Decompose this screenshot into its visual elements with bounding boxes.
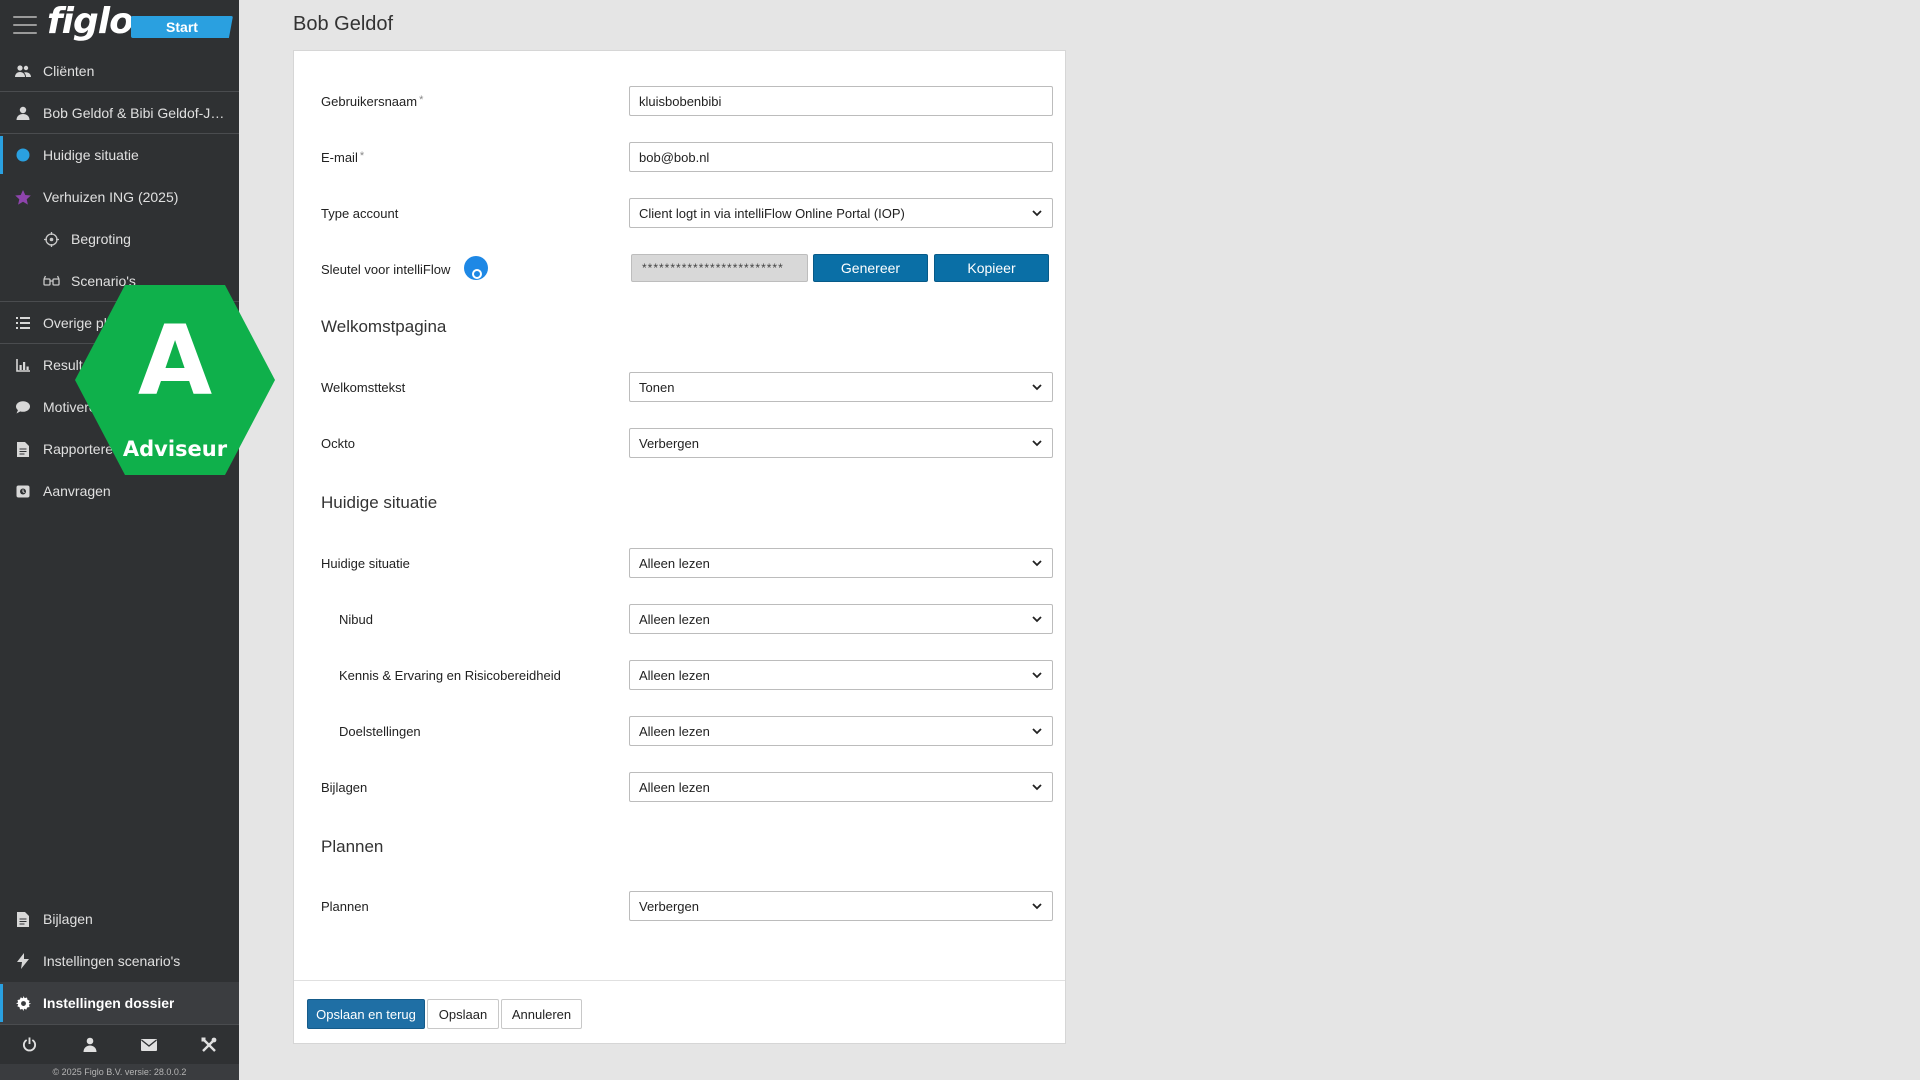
sidebar-item-clienten[interactable]: Cliënten bbox=[0, 50, 239, 92]
attachments-select[interactable]: Alleen lezen bbox=[629, 772, 1053, 802]
star-icon bbox=[14, 188, 32, 206]
tools-icon[interactable] bbox=[197, 1033, 221, 1057]
welcome-text-label: Welkomsttekst bbox=[321, 380, 406, 395]
form-footer: Opslaan en terug Opslaan Annuleren bbox=[294, 980, 1065, 1044]
save-and-back-button[interactable]: Opslaan en terug bbox=[307, 999, 425, 1029]
sidebar-item-label: Bijlagen bbox=[43, 911, 93, 927]
intelliflow-key-field: ************************* bbox=[631, 254, 808, 282]
target-icon bbox=[42, 230, 60, 248]
attachments-label: Bijlagen bbox=[321, 780, 368, 795]
intelliflow-key-label: Sleutel voor intelliFlow bbox=[321, 262, 451, 277]
chart-icon bbox=[14, 356, 32, 374]
sidebar-item-label: Verhuizen ING (2025) bbox=[43, 189, 179, 205]
ockto-select[interactable]: Verbergen bbox=[629, 428, 1053, 458]
sidebar-item-label: Bob Geldof & Bibi Geldof-Jele... bbox=[43, 104, 225, 121]
welcome-text-row: Welkomsttekst Tonen bbox=[294, 372, 1067, 402]
username-row: Gebruikersnaam * bbox=[294, 86, 1067, 116]
username-label: Gebruikersnaam * bbox=[321, 94, 424, 109]
power-icon[interactable] bbox=[18, 1033, 42, 1057]
goals-label: Doelstellingen bbox=[339, 724, 421, 739]
document-icon bbox=[14, 440, 32, 458]
sidebar: figlo Start Cliënten Bob Geldof & Bibi G… bbox=[0, 0, 239, 1080]
knowledge-select[interactable]: Alleen lezen bbox=[629, 660, 1053, 690]
plans-row: Plannen Verbergen bbox=[294, 891, 1067, 921]
start-button[interactable]: Start bbox=[131, 16, 233, 38]
glasses-icon bbox=[42, 272, 60, 290]
section-plannen: Plannen bbox=[321, 837, 384, 856]
sidebar-item-label: Aanvragen bbox=[43, 483, 111, 499]
sidebar-bottom-nav: Bijlagen Instellingen scenario's Instell… bbox=[0, 898, 239, 1024]
ockto-label: Ockto bbox=[321, 436, 355, 451]
section-welkomstpagina: Welkomstpagina bbox=[321, 317, 447, 336]
menu-icon[interactable] bbox=[13, 16, 37, 34]
save-button[interactable]: Opslaan bbox=[427, 999, 499, 1029]
badge-letter: A bbox=[137, 305, 213, 417]
sidebar-item-instellingen-scenarios[interactable]: Instellingen scenario's bbox=[0, 940, 239, 982]
info-icon[interactable] bbox=[464, 256, 488, 280]
gear-icon bbox=[14, 994, 32, 1012]
settings-form-card: Gebruikersnaam* E-mail* Type account Cli… bbox=[293, 50, 1066, 1044]
sidebar-item-bijlagen[interactable]: Bijlagen bbox=[0, 898, 239, 940]
username-input[interactable] bbox=[629, 86, 1053, 116]
ockto-row: Ockto Verbergen bbox=[294, 428, 1067, 458]
knowledge-row: Kennis & Ervaring en Risicobereidheid Al… bbox=[294, 660, 1067, 690]
current-situation-label: Huidige situatie bbox=[321, 556, 410, 571]
speech-bubble-icon bbox=[14, 398, 32, 416]
profile-icon[interactable] bbox=[78, 1033, 102, 1057]
sidebar-header: figlo Start bbox=[0, 0, 239, 50]
send-icon bbox=[14, 482, 32, 500]
sidebar-item-label: Instellingen scenario's bbox=[43, 953, 181, 969]
file-icon bbox=[14, 910, 32, 928]
current-situation-row: Huidige situatie Alleen lezen bbox=[294, 548, 1067, 578]
badge-label: Adviseur bbox=[122, 437, 228, 461]
sidebar-item-verhuizen-ing[interactable]: Verhuizen ING (2025) bbox=[0, 176, 239, 218]
cancel-button[interactable]: Annuleren bbox=[501, 999, 582, 1029]
nibud-label: Nibud bbox=[339, 612, 373, 627]
sidebar-item-label: Cliënten bbox=[43, 62, 95, 79]
section-huidige-situatie: Huidige situatie bbox=[321, 493, 438, 512]
account-type-label: Type account bbox=[321, 206, 399, 221]
sidebar-item-label: Instellingen dossier bbox=[43, 995, 175, 1011]
attachments-row: Bijlagen Alleen lezen bbox=[294, 772, 1067, 802]
goals-row: Doelstellingen Alleen lezen bbox=[294, 716, 1067, 746]
current-situation-select[interactable]: Alleen lezen bbox=[629, 548, 1053, 578]
plans-label: Plannen bbox=[321, 899, 369, 914]
sidebar-item-client-dossier[interactable]: Bob Geldof & Bibi Geldof-Jele... bbox=[0, 92, 239, 134]
email-input[interactable] bbox=[629, 142, 1053, 172]
bolt-icon bbox=[14, 952, 32, 970]
adviseur-badge: A Adviseur bbox=[75, 285, 275, 475]
required-marker: * bbox=[359, 150, 365, 162]
copy-key-button[interactable]: Kopieer bbox=[934, 254, 1049, 282]
sidebar-footer-toolbar bbox=[0, 1024, 239, 1064]
nibud-row: Nibud Alleen lezen bbox=[294, 604, 1067, 634]
figlo-logo[interactable]: figlo bbox=[47, 4, 134, 40]
user-icon bbox=[14, 104, 32, 122]
account-type-row: Type account Client logt in via intelliF… bbox=[294, 198, 1067, 228]
sidebar-item-instellingen-dossier[interactable]: Instellingen dossier bbox=[0, 982, 239, 1024]
email-row: E-mail * bbox=[294, 142, 1067, 172]
goals-select[interactable]: Alleen lezen bbox=[629, 716, 1053, 746]
account-type-select[interactable]: Client logt in via intelliFlow Online Po… bbox=[629, 198, 1053, 228]
circle-icon bbox=[14, 146, 32, 164]
nibud-select[interactable]: Alleen lezen bbox=[629, 604, 1053, 634]
list-icon bbox=[14, 314, 32, 332]
page-title: Bob Geldof bbox=[293, 13, 394, 35]
mail-icon[interactable] bbox=[137, 1033, 161, 1057]
sidebar-item-label: Begroting bbox=[71, 231, 131, 247]
copyright-text: © 2025 Figlo B.V. versie: 28.0.0.2 bbox=[0, 1064, 239, 1080]
knowledge-label: Kennis & Ervaring en Risicobereidheid bbox=[339, 668, 561, 683]
sidebar-item-aanvragen[interactable]: Aanvragen bbox=[0, 470, 239, 512]
sidebar-item-begroting[interactable]: Begroting bbox=[0, 218, 239, 260]
required-marker: * bbox=[419, 94, 424, 106]
welcome-text-select[interactable]: Tonen bbox=[629, 372, 1053, 402]
intelliflow-key-row: Sleutel voor intelliFlow ***************… bbox=[294, 254, 1067, 284]
sidebar-bottom: Bijlagen Instellingen scenario's Instell… bbox=[0, 898, 239, 1080]
sidebar-item-huidige-situatie[interactable]: Huidige situatie bbox=[0, 134, 239, 176]
plans-select[interactable]: Verbergen bbox=[629, 891, 1053, 921]
email-label: E-mail * bbox=[321, 150, 365, 165]
sidebar-item-label: Huidige situatie bbox=[43, 147, 139, 163]
generate-key-button[interactable]: Genereer bbox=[813, 254, 928, 282]
users-icon bbox=[14, 62, 32, 80]
